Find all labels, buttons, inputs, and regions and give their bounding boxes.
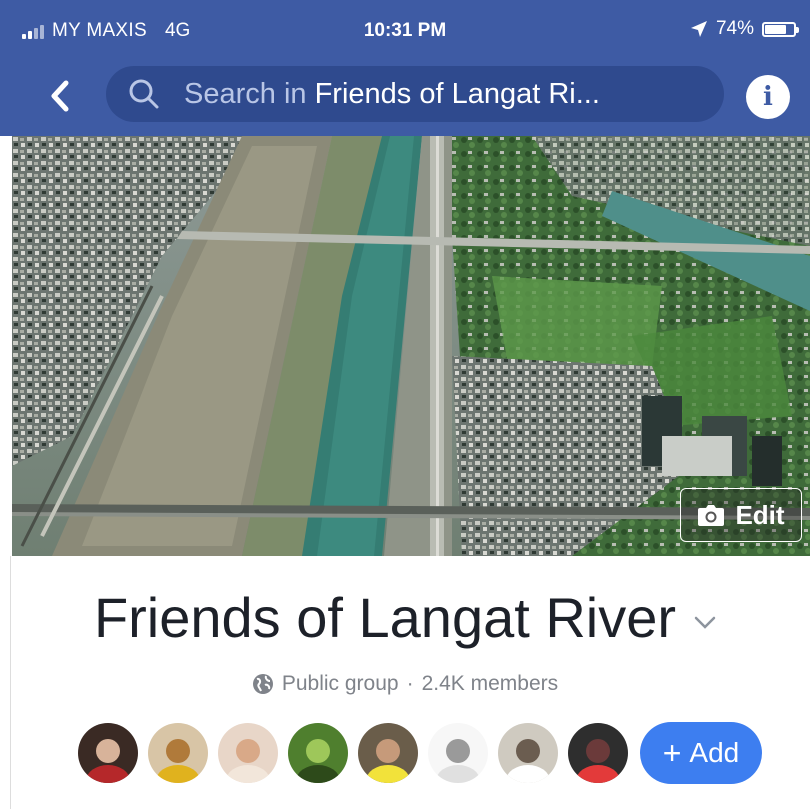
chevron-down-icon[interactable] bbox=[694, 616, 716, 630]
avatar-photo bbox=[498, 723, 558, 783]
search-group-name: Friends of Langat Ri... bbox=[314, 77, 600, 110]
member-avatar[interactable] bbox=[568, 723, 628, 783]
info-icon: i bbox=[763, 82, 773, 112]
member-avatars-row: + Add bbox=[78, 722, 762, 784]
avatar-photo bbox=[148, 723, 208, 783]
member-count: 2.4K members bbox=[421, 672, 559, 695]
member-avatar[interactable] bbox=[428, 723, 488, 783]
status-right: 74% bbox=[690, 18, 799, 40]
group-search-field[interactable]: Search in Friends of Langat Ri... bbox=[106, 66, 724, 122]
plus-icon: + bbox=[662, 735, 682, 771]
group-name: Friends of Langat River bbox=[93, 586, 677, 649]
edit-label: Edit bbox=[735, 499, 785, 530]
search-placeholder: Search in Friends of Langat Ri... bbox=[184, 78, 600, 111]
location-arrow-icon bbox=[690, 21, 707, 37]
status-bar: MY MAXIS 4G 10:31 PM 74% bbox=[0, 0, 810, 62]
group-name-header[interactable]: Friends of Langat River bbox=[0, 585, 810, 650]
battery-percent: 74% bbox=[715, 18, 754, 39]
member-avatar[interactable] bbox=[358, 723, 418, 783]
avatar-photo bbox=[218, 723, 278, 783]
clock: 10:31 PM bbox=[363, 20, 447, 41]
search-prefix: Search in bbox=[184, 77, 307, 110]
avatar-photo bbox=[568, 723, 628, 783]
search-icon bbox=[126, 76, 162, 112]
member-avatar[interactable] bbox=[218, 723, 278, 783]
add-label: Add bbox=[689, 737, 740, 768]
member-avatar[interactable] bbox=[148, 723, 208, 783]
group-meta: Public group · 2.4K members bbox=[0, 672, 810, 696]
globe-icon bbox=[252, 674, 273, 694]
camera-icon bbox=[698, 505, 725, 526]
battery-fill bbox=[765, 24, 786, 34]
privacy-label: Public group bbox=[281, 672, 399, 695]
top-bar: MY MAXIS 4G 10:31 PM 74% Search in Frien… bbox=[0, 0, 810, 136]
member-avatar[interactable] bbox=[78, 723, 138, 783]
add-member-button[interactable]: + Add bbox=[640, 722, 762, 784]
info-button[interactable]: i bbox=[746, 75, 790, 119]
member-avatar[interactable] bbox=[288, 723, 348, 783]
avatar-photo bbox=[78, 723, 138, 783]
battery-icon bbox=[762, 21, 799, 37]
edit-cover-button[interactable]: Edit bbox=[680, 488, 802, 542]
avatar-list bbox=[78, 723, 638, 783]
member-avatar[interactable] bbox=[498, 723, 558, 783]
avatar-photo bbox=[288, 723, 348, 783]
back-button[interactable] bbox=[40, 74, 80, 118]
avatar-photo bbox=[428, 723, 488, 783]
chevron-left-icon bbox=[51, 80, 69, 112]
avatar-photo bbox=[358, 723, 418, 783]
meta-separator: · bbox=[406, 672, 414, 695]
